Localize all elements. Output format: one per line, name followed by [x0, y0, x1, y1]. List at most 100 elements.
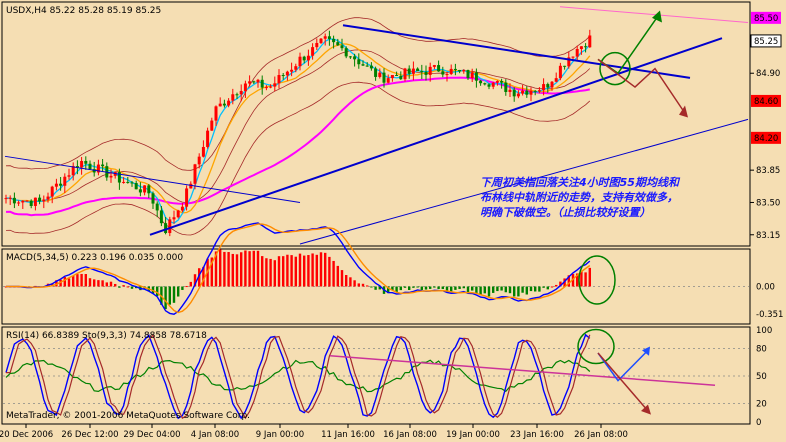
candle-body — [411, 68, 415, 74]
macd-histogram-bar — [424, 286, 428, 290]
candle-body — [147, 185, 151, 194]
macd-histogram-bar — [403, 286, 407, 288]
candle-body — [197, 156, 201, 165]
macd-histogram-bar — [185, 286, 188, 288]
time-label: 16 Jan 08:00 — [383, 430, 437, 440]
candle-body — [424, 71, 428, 75]
macd-histogram-bar — [282, 256, 285, 287]
candle-body — [378, 72, 382, 77]
macd-histogram-bar — [529, 286, 533, 292]
candle-body — [348, 56, 352, 58]
candle-body — [4, 198, 8, 200]
macd-histogram-bar — [231, 253, 234, 287]
macd-histogram-bar — [332, 260, 335, 287]
candle-body — [416, 68, 420, 72]
candle-body — [453, 68, 457, 70]
candle-body — [361, 64, 365, 66]
rsi-level-label: 0 — [756, 418, 761, 428]
macd-histogram-bar — [219, 249, 222, 287]
candle-body — [260, 79, 264, 88]
candle-body — [483, 83, 487, 85]
macd-histogram-bar — [256, 250, 260, 287]
macd-histogram-bar — [290, 255, 293, 287]
candle-body — [168, 219, 172, 234]
candle-body — [353, 56, 357, 60]
time-label: 23 Jan 16:00 — [510, 430, 564, 440]
time-label: 26 Jan 08:00 — [574, 430, 628, 440]
macd-histogram-bar — [93, 279, 96, 287]
macd-histogram-bar — [265, 258, 268, 287]
candle-body — [126, 181, 130, 183]
time-label: 19 Jan 00:00 — [446, 430, 500, 440]
candle-body — [579, 46, 583, 50]
macd-histogram-bar — [286, 254, 289, 287]
annotation-line-3: 明确下破做空。（止损比较好设置） — [480, 206, 651, 219]
macd-histogram-bar — [513, 286, 516, 297]
candle-body — [344, 48, 348, 57]
macd-histogram-bar — [412, 286, 415, 288]
macd-histogram-bar — [311, 253, 314, 287]
macd-histogram-bar — [76, 274, 79, 287]
macd-histogram-bar — [500, 286, 503, 291]
candle-body — [281, 75, 285, 77]
macd-histogram-bar — [454, 286, 457, 290]
candle-body — [466, 70, 470, 79]
candle-body — [558, 65, 562, 79]
macd-histogram-bar — [97, 280, 100, 287]
macd-histogram-bar — [538, 286, 541, 292]
candle-body — [319, 38, 323, 44]
rsi-header: RSI(14) 66.8389 Sto(9,3,3) 74.8858 78.67… — [6, 331, 207, 341]
price-label: 85.25 — [754, 37, 778, 47]
time-label: 11 Jan 16:00 — [321, 430, 375, 440]
candle-body — [428, 66, 432, 75]
candle-body — [143, 185, 147, 193]
candle-body — [248, 81, 252, 84]
macd-histogram-bar — [466, 286, 470, 293]
macd-histogram-bar — [550, 286, 554, 288]
macd-histogram-bar — [471, 286, 474, 291]
candle-body — [210, 120, 214, 131]
macd-header: MACD(5,34,5) 0.223 0.196 0.035 0.000 — [6, 253, 183, 263]
candle-body — [395, 74, 399, 76]
candle-body — [63, 176, 67, 186]
macd-histogram-bar — [416, 286, 419, 288]
candle-body — [88, 163, 92, 170]
candle-body — [382, 72, 386, 83]
candle-body — [130, 182, 134, 184]
candle-body — [537, 90, 541, 92]
macd-histogram-bar — [164, 286, 167, 310]
candle-body — [315, 43, 319, 48]
macd-histogram-bar — [487, 286, 491, 297]
candle-body — [227, 100, 231, 106]
candle-body — [546, 84, 550, 88]
candle-body — [277, 75, 281, 84]
macd-histogram-bar — [525, 286, 528, 295]
candle-body — [298, 56, 302, 67]
macd-level-label: -0.351 — [756, 310, 783, 320]
trading-chart[interactable]: 85.50 85.25 84.90 84.60 84.20 83.85 83.50 83.15… — [0, 0, 786, 442]
macd-histogram-bar — [345, 275, 348, 287]
candle-body — [327, 36, 331, 39]
candle-body — [84, 160, 88, 164]
candle-body — [269, 86, 273, 88]
candle-body — [222, 103, 226, 106]
rsi-level-label: 80 — [756, 344, 767, 354]
macd-histogram-bar — [336, 265, 339, 287]
macd-histogram-bar — [261, 256, 264, 287]
candle-body — [584, 46, 588, 48]
candle-body — [109, 175, 113, 178]
macd-histogram-bar — [126, 286, 129, 288]
macd-histogram-bar — [84, 274, 87, 287]
macd-histogram-bar — [492, 286, 495, 293]
candle-body — [311, 47, 315, 56]
macd-histogram-bar — [252, 250, 255, 287]
candle-body — [8, 197, 12, 199]
macd-histogram-bar — [555, 284, 558, 287]
macd-histogram-bar — [109, 281, 113, 287]
candle-body — [122, 181, 126, 183]
rsi-panel[interactable] — [1, 326, 751, 425]
candle-body — [491, 82, 495, 87]
macd-histogram-bar — [437, 286, 440, 290]
candle-body — [449, 68, 453, 75]
macd-histogram-bar — [458, 286, 461, 289]
